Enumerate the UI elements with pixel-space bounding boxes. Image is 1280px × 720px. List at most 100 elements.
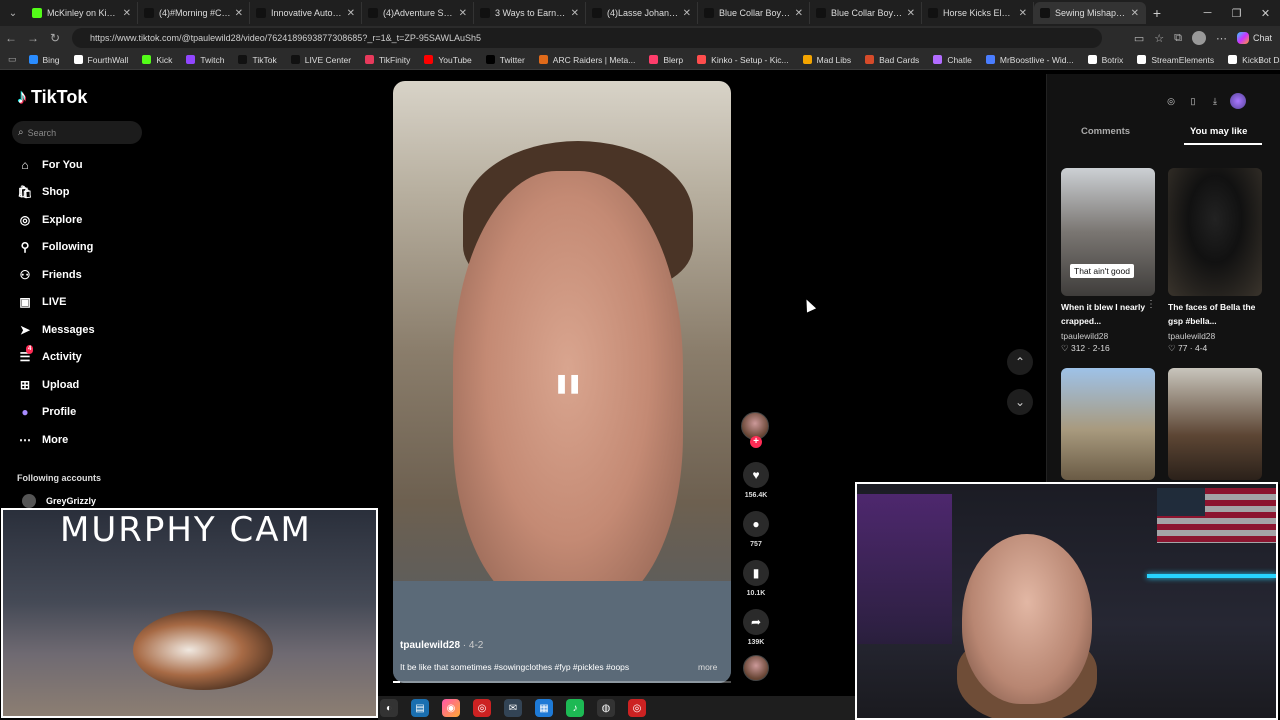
new-tab-button[interactable]: +	[1146, 5, 1168, 21]
app-icon[interactable]: ▦	[535, 699, 553, 717]
caption-more-link[interactable]: more	[698, 662, 717, 672]
bookmark-item[interactable]: LIVE Center	[290, 55, 351, 65]
bookmark-item[interactable]: StreamElements	[1137, 55, 1214, 65]
tab-actions-menu-icon[interactable]: ⌄	[0, 0, 26, 26]
photos-icon[interactable]: ◉	[442, 699, 460, 717]
tab-you-may-like[interactable]: You may like	[1190, 126, 1247, 137]
browser-tab[interactable]: Horse Kicks Electric Fe ✕	[922, 2, 1034, 24]
spotify-icon[interactable]: ♪	[566, 699, 584, 717]
bookmark-item[interactable]: FourthWall	[73, 55, 128, 65]
split-view-icon[interactable]: ▭	[1134, 32, 1144, 45]
like-button[interactable]: ♥ 156.4K	[741, 462, 771, 499]
obs-icon[interactable]: ◍	[597, 699, 615, 717]
browser-tab[interactable]: (4)Lasse Johanson (@l ✕	[586, 2, 698, 24]
bookmark-item[interactable]: Twitter	[485, 55, 525, 65]
bookmark-item[interactable]: Bad Cards	[865, 55, 919, 65]
app-icon[interactable]: ◎	[473, 699, 491, 717]
edge-browser-icon[interactable]: ◐	[380, 699, 398, 717]
music-disc-button[interactable]	[741, 655, 771, 681]
profile-avatar[interactable]	[1191, 31, 1206, 45]
close-tab-icon[interactable]: ✕	[1131, 8, 1139, 19]
close-tab-icon[interactable]: ✕	[347, 8, 355, 19]
refresh-icon[interactable]: ↻	[44, 31, 66, 45]
device-icon[interactable]: ▯	[1186, 94, 1200, 108]
nav-item-explore[interactable]: ◎ Explore	[17, 213, 83, 227]
nav-item-following[interactable]: ⚲ Following	[17, 240, 94, 254]
recommended-video-thumbnail[interactable]	[1168, 168, 1262, 296]
bookmark-item[interactable]: KickBot Dashboard	[1228, 55, 1280, 65]
browser-tab[interactable]: 3 Ways to Earn Extra In ✕	[474, 2, 586, 24]
share-button[interactable]: ➦ 139K	[741, 609, 771, 646]
bookmark-item[interactable]: Blerp	[649, 55, 683, 65]
more-options-icon[interactable]: ⋮	[1146, 299, 1156, 310]
nav-item-shop[interactable]: 🛍 Shop	[17, 185, 69, 199]
nav-item-live[interactable]: ▣ LIVE	[17, 295, 66, 309]
minimize-icon[interactable]: ─	[1193, 0, 1222, 26]
save-button[interactable]: ▮ 10.1K	[741, 560, 771, 597]
bookmark-item[interactable]: Twitch	[186, 55, 224, 65]
bookmark-item[interactable]: Kick	[142, 55, 172, 65]
recommended-video-thumbnail[interactable]	[1168, 368, 1262, 480]
forward-icon[interactable]: →	[22, 31, 44, 45]
bookmark-item[interactable]: TikTok	[238, 55, 277, 65]
nav-item-more[interactable]: ⋯ More	[17, 433, 68, 447]
settings-menu-icon[interactable]: ⋯	[1216, 32, 1227, 45]
download-icon[interactable]: ⤓	[1208, 94, 1222, 108]
browser-tab[interactable]: Blue Collar Boyfriend's ✕	[810, 2, 922, 24]
pause-icon[interactable]: ❚❚	[554, 373, 582, 394]
restore-icon[interactable]: ❐	[1222, 0, 1251, 26]
recommended-video-user[interactable]: tpaulewild28	[1061, 331, 1108, 341]
app-icon[interactable]: ◎	[628, 699, 646, 717]
nav-item-friends[interactable]: ⚇ Friends	[17, 268, 82, 282]
app-icon[interactable]: ✉	[504, 699, 522, 717]
close-tab-icon[interactable]: ✕	[571, 8, 579, 19]
close-tab-icon[interactable]: ✕	[235, 8, 243, 19]
browser-tab[interactable]: McKinley on Kick (@m ✕	[26, 2, 138, 24]
extensions-icon[interactable]: ⧉	[1174, 32, 1182, 45]
video-progress-bar[interactable]	[393, 681, 731, 683]
bookmark-item[interactable]: TikFinity	[365, 55, 410, 65]
bookmark-item[interactable]: YouTube	[424, 55, 472, 65]
video-username[interactable]: tpaulewild28	[400, 640, 460, 651]
nav-item-profile[interactable]: ● Profile	[17, 405, 76, 419]
browser-tab[interactable]: Innovative Auto Perfu ✕	[250, 2, 362, 24]
nav-item-for-you[interactable]: ⌂ For You	[17, 158, 82, 172]
bookmark-item[interactable]: MrBoostlive - Wid...	[985, 55, 1074, 65]
search-input[interactable]: ⌕ Search	[12, 121, 142, 144]
favorite-star-icon[interactable]: ☆	[1154, 32, 1164, 45]
bookmark-item[interactable]: Chatle	[933, 55, 972, 65]
close-window-icon[interactable]: ✕	[1251, 0, 1280, 26]
next-video-chevron-down-icon[interactable]: ⌄	[1007, 389, 1033, 415]
close-tab-icon[interactable]: ✕	[907, 8, 915, 19]
copilot-chat-button[interactable]: Chat	[1236, 32, 1272, 44]
close-tab-icon[interactable]: ✕	[123, 8, 131, 19]
close-tab-icon[interactable]: ✕	[795, 8, 803, 19]
recommended-video-user[interactable]: tpaulewild28	[1168, 331, 1215, 341]
bookmarks-overflow-icon[interactable]: ›	[1259, 55, 1262, 65]
close-tab-icon[interactable]: ✕	[459, 8, 467, 19]
files-icon[interactable]: ▤	[411, 699, 429, 717]
nav-item-messages[interactable]: ➤ Messages	[17, 323, 95, 337]
user-avatar[interactable]	[1230, 93, 1246, 109]
browser-tab[interactable]: (4)Adventure Seekers V ✕	[362, 2, 474, 24]
following-account-item[interactable]: GreyGrizzly	[22, 494, 96, 508]
coin-icon[interactable]: ◎	[1164, 94, 1178, 108]
bookmark-item[interactable]: Bing	[28, 55, 60, 65]
back-icon[interactable]: ←	[0, 31, 22, 45]
previous-video-chevron-up-icon[interactable]: ⌃	[1007, 349, 1033, 375]
browser-tab[interactable]: (4)#Morning #Coffee # ✕	[138, 2, 250, 24]
tiktok-logo[interactable]: ♪ TikTok	[17, 86, 87, 109]
browser-tab[interactable]: Sewing Mishap: Pi ✕	[1034, 2, 1146, 24]
nav-item-activity[interactable]: ☰ 4 Activity	[17, 345, 82, 364]
bookmark-item[interactable]: Botrix	[1087, 55, 1123, 65]
bookmark-item[interactable]: Mad Libs	[802, 55, 851, 65]
bookmarks-toggle-icon[interactable]: ▭	[8, 54, 17, 65]
video-author[interactable]: tpaulewild28 · 4-2	[400, 640, 483, 651]
comment-button[interactable]: ● 757	[741, 511, 771, 548]
tab-comments[interactable]: Comments	[1081, 126, 1130, 137]
recommended-video-caption[interactable]: When it blew I nearly crapped...	[1061, 300, 1155, 328]
bookmark-item[interactable]: Kinko - Setup - Kic...	[697, 55, 789, 65]
follow-plus-icon[interactable]: +	[750, 436, 762, 448]
browser-tab[interactable]: Blue Collar Boyfriend's ✕	[698, 2, 810, 24]
bookmark-item[interactable]: ARC Raiders | Meta...	[538, 55, 635, 65]
